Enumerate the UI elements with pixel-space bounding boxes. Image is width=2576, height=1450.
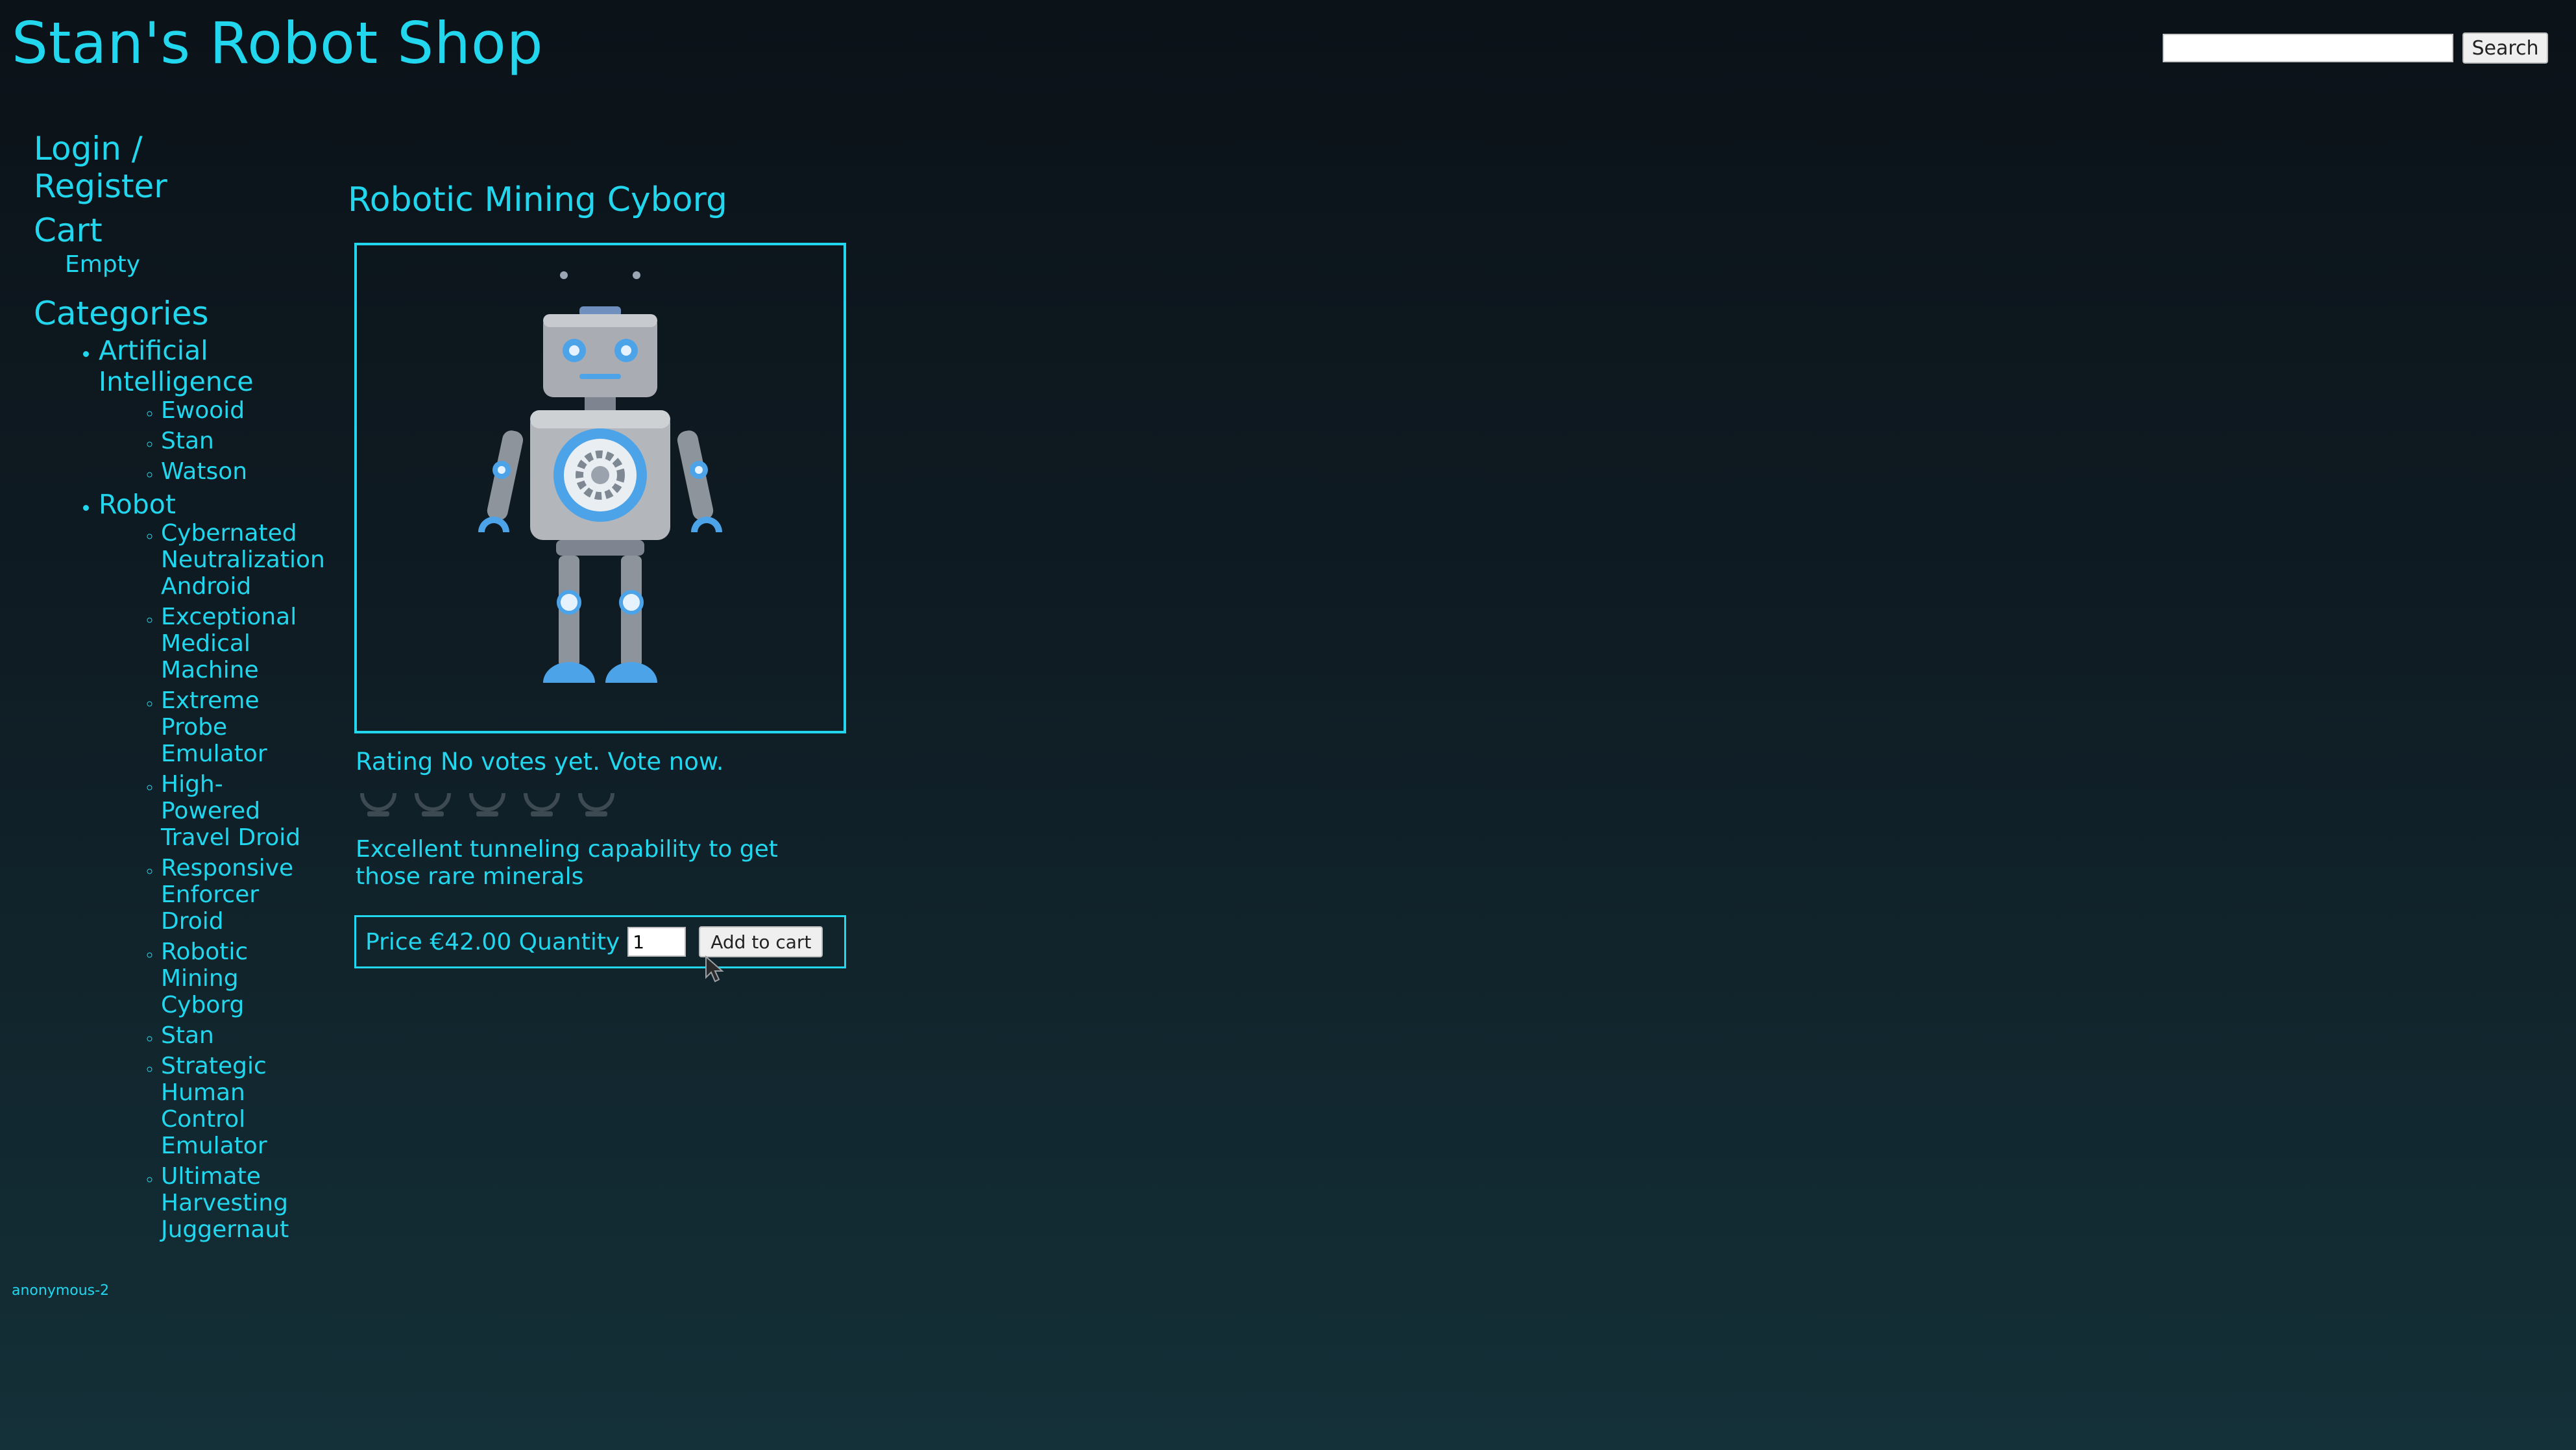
price-quantity-label: Price €42.00 Quantity bbox=[365, 928, 620, 955]
product-item: Watson bbox=[161, 458, 317, 485]
purchase-box: Price €42.00 Quantity Add to cart bbox=[354, 915, 846, 968]
mouse-cursor-icon bbox=[705, 955, 724, 983]
category-link-robot[interactable]: Robot bbox=[99, 489, 176, 520]
add-to-cart-button[interactable]: Add to cart bbox=[699, 926, 823, 957]
product-item: Strategic Human Control Emulator bbox=[161, 1053, 317, 1159]
category-item: Artificial Intelligence Ewooid Stan Wats… bbox=[99, 335, 293, 485]
product-item: Extreme Probe Emulator bbox=[161, 687, 317, 767]
quantity-stepper[interactable] bbox=[627, 927, 687, 957]
product-item: Stan bbox=[161, 428, 317, 454]
product-detail: Robotic Mining Cyborg Rating No votes ye… bbox=[348, 177, 932, 968]
subcategory-list: Cybernated Neutralization Android Except… bbox=[99, 520, 325, 1243]
search-form: Search bbox=[2163, 32, 2548, 64]
product-item: High-Powered Travel Droid bbox=[161, 771, 317, 851]
product-item: Robotic Mining Cyborg bbox=[161, 939, 317, 1018]
product-link[interactable]: Extreme Probe Emulator bbox=[161, 687, 267, 767]
vote-star-icon[interactable] bbox=[467, 785, 507, 820]
cart-link[interactable]: Cart bbox=[34, 212, 196, 249]
site-title: Stan's Robot Shop bbox=[12, 10, 544, 77]
product-link[interactable]: Ultimate Harvesting Juggernaut bbox=[161, 1163, 289, 1243]
product-image-frame bbox=[354, 243, 846, 733]
product-description: Excellent tunneling capability to get th… bbox=[356, 836, 778, 890]
product-link[interactable]: Strategic Human Control Emulator bbox=[161, 1053, 267, 1159]
product-item: Ultimate Harvesting Juggernaut bbox=[161, 1163, 317, 1243]
sidebar: Login / Register Cart Empty Categories A… bbox=[34, 130, 332, 1247]
robot-icon bbox=[478, 271, 722, 683]
vote-star-icon[interactable] bbox=[358, 785, 398, 820]
categories-heading: Categories bbox=[34, 295, 209, 332]
product-link[interactable]: Exceptional Medical Machine bbox=[161, 604, 297, 683]
product-title: Robotic Mining Cyborg bbox=[348, 180, 727, 219]
product-item: Cybernated Neutralization Android bbox=[161, 520, 325, 600]
product-link[interactable]: Watson bbox=[161, 458, 247, 485]
product-link[interactable]: Cybernated Neutralization Android bbox=[161, 520, 325, 600]
vote-star-icon[interactable] bbox=[522, 785, 562, 820]
search-button[interactable]: Search bbox=[2462, 32, 2548, 64]
product-link[interactable]: Responsive Enforcer Droid bbox=[161, 855, 293, 935]
user-name: anonymous-2 bbox=[12, 1283, 110, 1299]
product-link[interactable]: High-Powered Travel Droid bbox=[161, 771, 300, 851]
vote-star-icon[interactable] bbox=[413, 785, 453, 820]
rating-stars bbox=[358, 785, 932, 820]
product-link[interactable]: Ewooid bbox=[161, 397, 245, 424]
search-input[interactable] bbox=[2163, 34, 2453, 62]
product-item: Stan bbox=[161, 1022, 317, 1049]
product-item: Responsive Enforcer Droid bbox=[161, 855, 317, 935]
vote-star-icon[interactable] bbox=[576, 785, 616, 820]
category-link-artificial-intelligence[interactable]: Artificial Intelligence bbox=[99, 335, 254, 397]
rating-text: Rating No votes yet. Vote now. bbox=[356, 748, 724, 776]
product-link[interactable]: Robotic Mining Cyborg bbox=[161, 939, 248, 1018]
product-item: Ewooid bbox=[161, 397, 317, 424]
category-list: Artificial Intelligence Ewooid Stan Wats… bbox=[34, 335, 332, 1243]
product-link[interactable]: Stan bbox=[161, 428, 214, 454]
cart-status: Empty bbox=[65, 251, 141, 278]
product-link[interactable]: Stan bbox=[161, 1022, 214, 1049]
product-item: Exceptional Medical Machine bbox=[161, 604, 317, 683]
category-item: Robot Cybernated Neutralization Android … bbox=[99, 489, 325, 1243]
login-register-link[interactable]: Login / Register bbox=[34, 130, 196, 205]
subcategory-list: Ewooid Stan Watson bbox=[99, 397, 293, 485]
